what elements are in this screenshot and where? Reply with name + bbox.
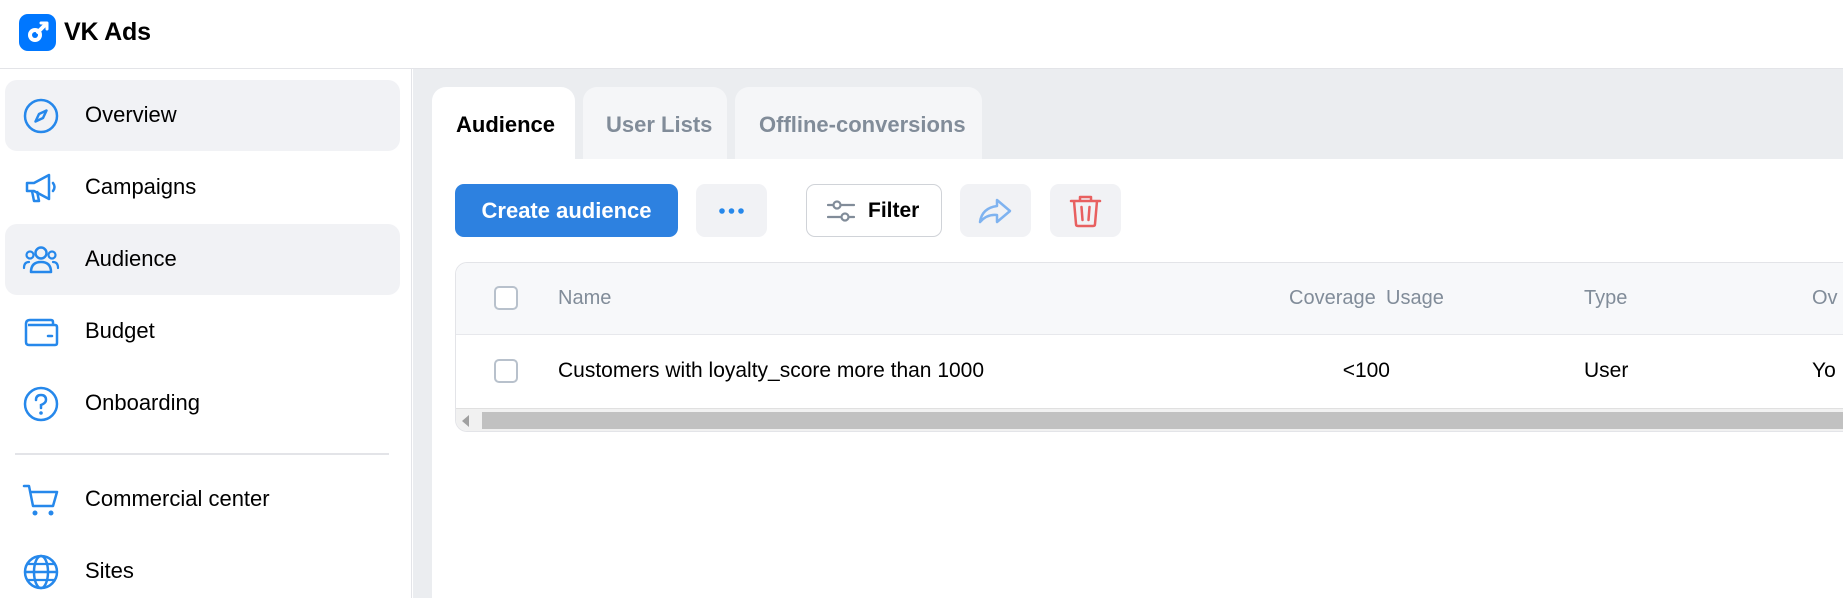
cell-name[interactable]: Customers with loyalty_score more than 1… <box>558 359 984 383</box>
cell-owner: Yo <box>1812 359 1836 382</box>
column-header-coverage[interactable]: Coverage <box>1289 287 1376 310</box>
sidebar-divider <box>15 453 389 455</box>
sidebar-item-audience[interactable]: Audience <box>5 224 400 295</box>
sidebar-item-campaigns[interactable]: Campaigns <box>5 152 400 223</box>
sidebar-item-label: Audience <box>85 246 177 271</box>
sidebar-item-onboarding[interactable]: Onboarding <box>5 368 400 439</box>
tab-offline-conversions[interactable]: Offline-conversions <box>735 87 982 159</box>
help-circle-icon <box>22 385 60 423</box>
column-header-type[interactable]: Type <box>1584 287 1627 310</box>
cart-icon <box>22 481 60 519</box>
share-icon <box>960 198 1031 240</box>
column-header-owner[interactable]: Ov <box>1812 287 1838 310</box>
audience-table: Name Coverage Usage Type Ov Customers wi… <box>455 262 1843 432</box>
sidebar-item-label: Budget <box>85 318 155 343</box>
app-title: VK Ads <box>64 18 151 46</box>
globe-icon <box>22 553 60 591</box>
more-actions-button[interactable] <box>696 184 767 237</box>
delete-button[interactable] <box>1050 184 1121 237</box>
sidebar-item-label: Campaigns <box>85 174 197 199</box>
tab-label: User Lists <box>606 112 713 137</box>
table-row[interactable]: Customers with loyalty_score more than 1… <box>456 335 1843 408</box>
audience-panel: Create audience Filter Name Coverage Usa… <box>432 159 1843 598</box>
sidebar-item-label: Onboarding <box>85 390 200 415</box>
trash-icon <box>1050 195 1121 240</box>
sidebar-item-budget[interactable]: Budget <box>5 296 400 367</box>
tab-label: Offline-conversions <box>759 112 966 137</box>
sidebar-item-commercial-center[interactable]: Commercial center <box>5 464 400 535</box>
sliders-icon <box>826 198 856 227</box>
megaphone-icon <box>22 169 60 207</box>
scroll-left-arrow-icon[interactable] <box>462 415 469 427</box>
sidebar-item-label: Sites <box>85 558 134 583</box>
horizontal-scrollbar[interactable] <box>456 408 1843 431</box>
row-checkbox[interactable] <box>494 359 518 383</box>
wallet-icon <box>22 313 60 351</box>
users-icon <box>22 241 60 279</box>
column-header-usage[interactable]: Usage <box>1386 287 1444 310</box>
tab-audience[interactable]: Audience <box>432 87 575 159</box>
tab-user-lists[interactable]: User Lists <box>583 87 727 159</box>
table-header: Name Coverage Usage Type Ov <box>456 263 1843 335</box>
top-bar: VK Ads <box>0 0 1843 69</box>
select-all-checkbox[interactable] <box>494 286 518 310</box>
sidebar-item-sites[interactable]: Sites <box>5 536 400 607</box>
sidebar-item-overview[interactable]: Overview <box>5 80 400 151</box>
scrollbar-thumb[interactable] <box>482 412 1843 429</box>
column-header-name[interactable]: Name <box>558 287 611 310</box>
sidebar-item-label: Commercial center <box>85 486 270 511</box>
compass-icon <box>22 97 60 135</box>
vk-ads-logo-icon[interactable] <box>19 14 56 51</box>
filter-label: Filter <box>868 199 920 222</box>
cell-coverage: <100 <box>1342 359 1390 382</box>
create-audience-button[interactable]: Create audience <box>455 184 678 237</box>
sidebar-item-label: Overview <box>85 102 177 127</box>
more-horizontal-icon <box>696 208 767 240</box>
filter-button[interactable]: Filter <box>806 184 942 237</box>
sidebar-nav: Overview Campaigns Audience Budget Onboa… <box>0 69 412 598</box>
tab-label: Audience <box>456 112 556 137</box>
main-content: Audience User Lists Offline-conversions … <box>413 69 1843 598</box>
share-button[interactable] <box>960 184 1031 237</box>
cell-type: User <box>1584 359 1629 382</box>
